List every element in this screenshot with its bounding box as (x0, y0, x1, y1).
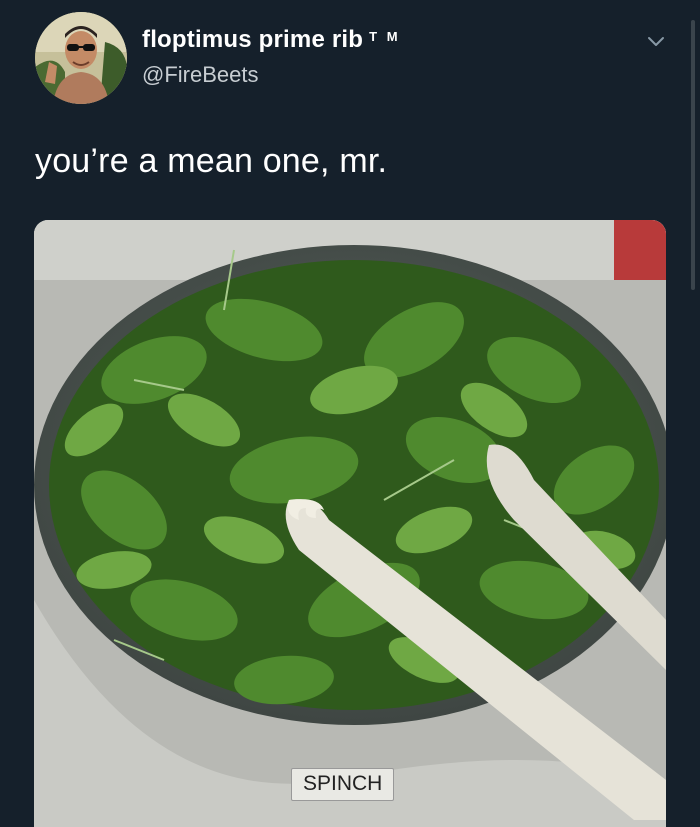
tweet-text: you’re a mean one, mr. (35, 142, 388, 180)
tweet-header: floptimus prime rib T M @FireBeets (35, 12, 685, 107)
chevron-down-icon[interactable] (645, 34, 667, 50)
spinach-photo (34, 220, 666, 827)
food-label-sign: SPINCH (291, 768, 395, 801)
avatar[interactable] (35, 12, 127, 104)
author-display-name[interactable]: floptimus prime rib (142, 26, 363, 53)
tweet-image[interactable]: SPINCH (34, 220, 666, 827)
author-names: floptimus prime rib T M @FireBeets (142, 26, 401, 88)
scrollbar[interactable] (691, 20, 695, 290)
author-handle[interactable]: @FireBeets (142, 62, 401, 88)
author-display-name-row[interactable]: floptimus prime rib T M (142, 26, 401, 54)
trademark-suffix: T M (369, 28, 401, 44)
